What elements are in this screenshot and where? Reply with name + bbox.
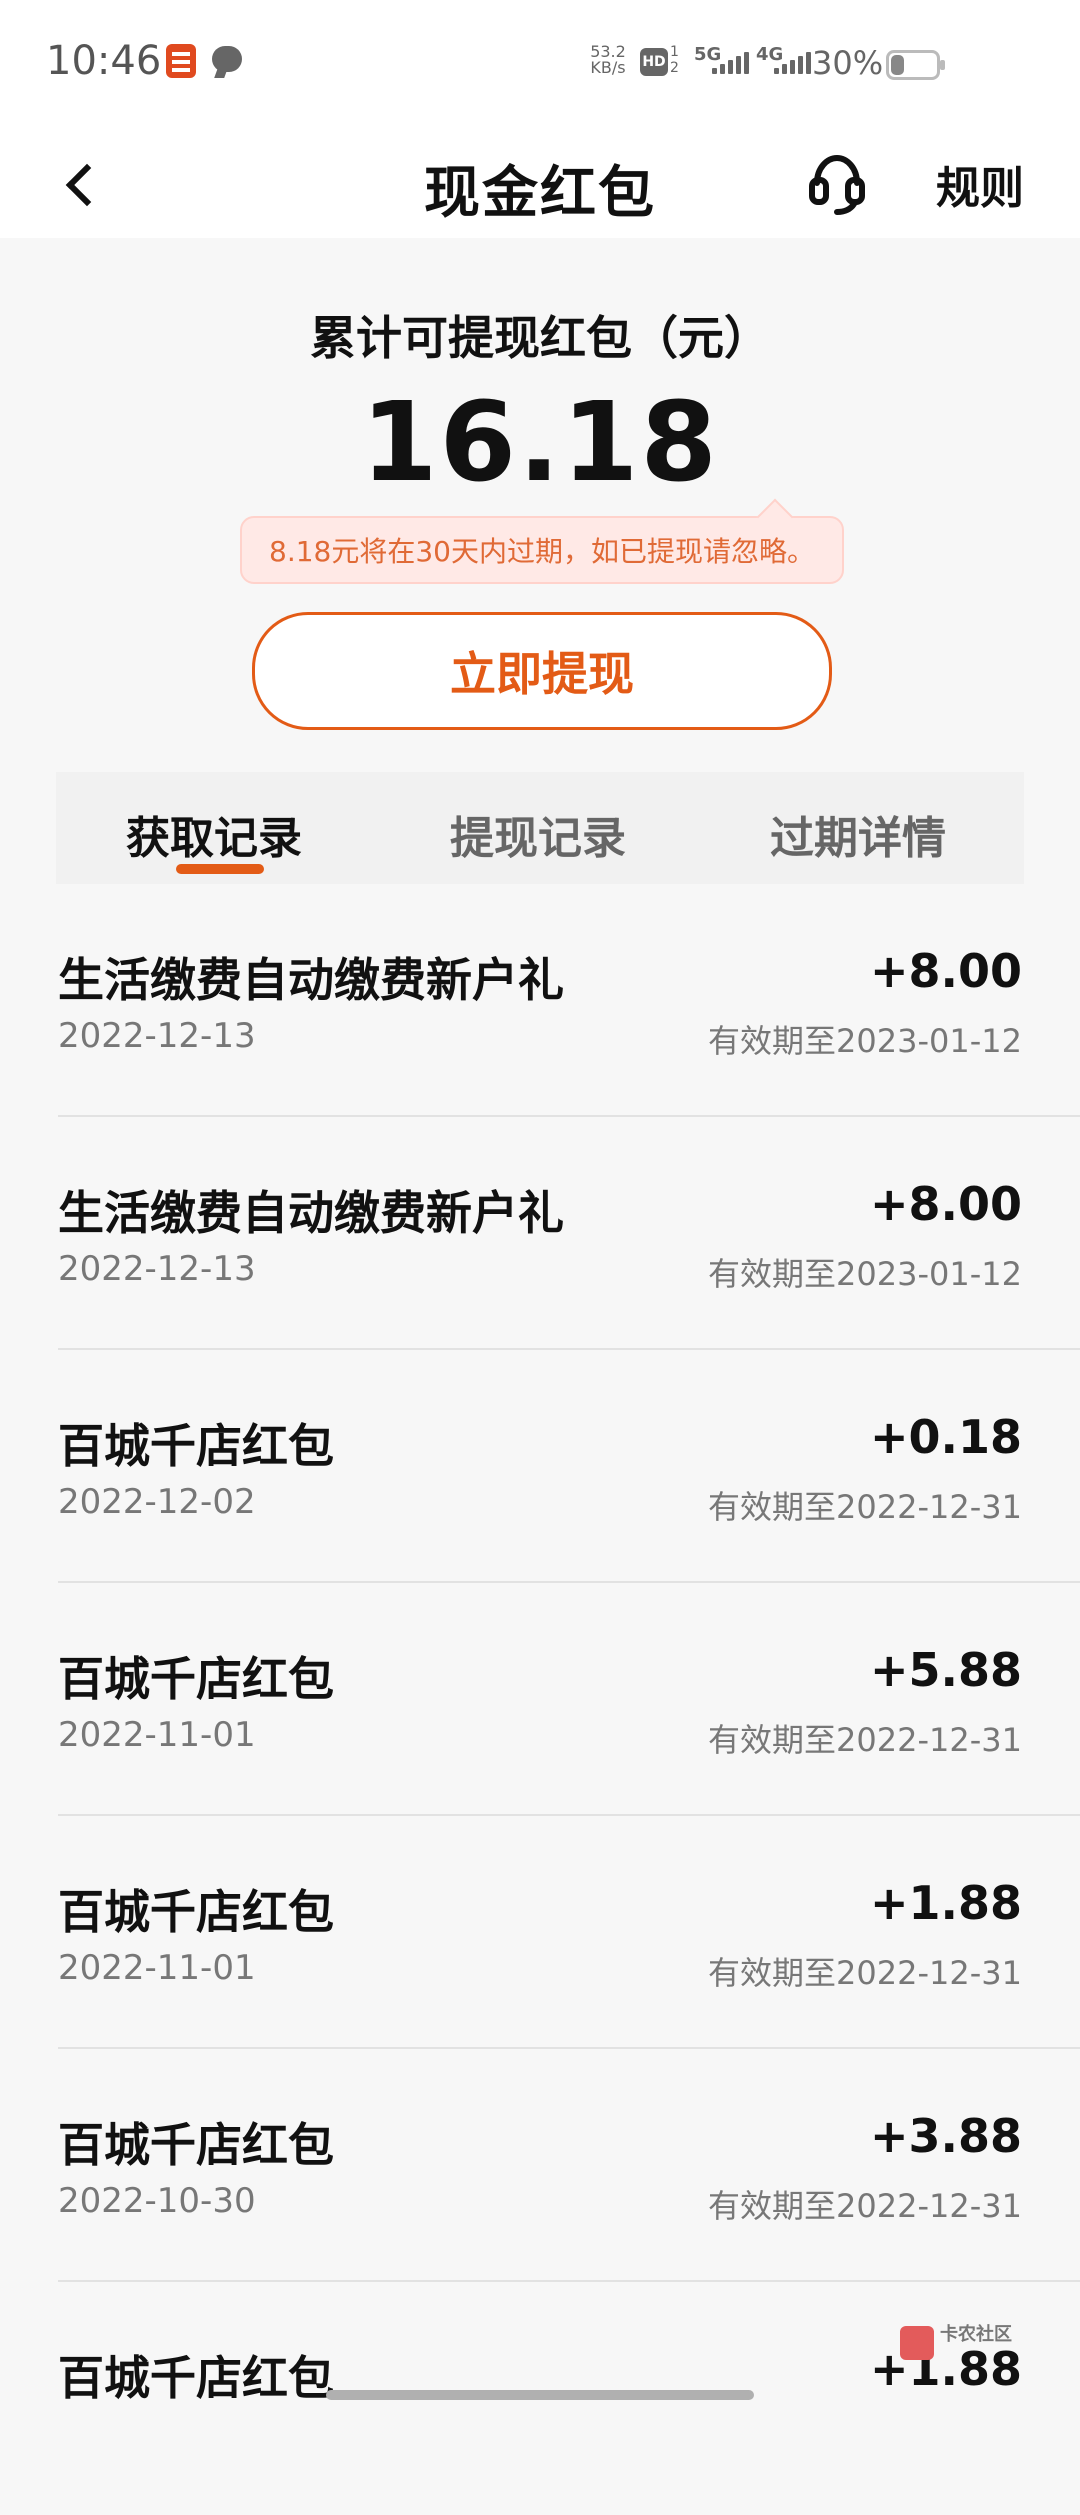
status-time: 10:46 bbox=[46, 38, 162, 84]
list-item[interactable]: 百城千店红包 2022-12-02 +0.18 有效期至2022-12-31 bbox=[0, 1350, 1080, 1583]
gesture-nav-bar[interactable] bbox=[326, 2390, 754, 2400]
record-date: 2022-12-13 bbox=[58, 1249, 256, 1289]
record-date: 2022-10-30 bbox=[58, 2181, 256, 2221]
record-amount: +3.88 bbox=[869, 2109, 1022, 2163]
record-expiry: 有效期至2022-12-31 bbox=[708, 1721, 1022, 1759]
message-icon bbox=[212, 46, 242, 72]
status-bar: 10:46 53.2 KB/s HD 1 2 5G 4G 30% bbox=[0, 0, 1080, 128]
tab-expiry-details[interactable]: 过期详情 bbox=[770, 802, 946, 866]
list-item[interactable]: 百城千店红包 2022-11-01 +5.88 有效期至2022-12-31 bbox=[0, 1583, 1080, 1816]
record-date: 2022-12-13 bbox=[58, 1016, 256, 1056]
hd-icon: HD bbox=[640, 48, 668, 76]
watermark: 卡农社区 bbox=[900, 2320, 1060, 2380]
app-header: 现金红包 规则 bbox=[0, 128, 1080, 238]
hd-sim-bottom: 2 bbox=[670, 60, 679, 76]
record-amount: +0.18 bbox=[869, 1410, 1022, 1464]
record-amount: +5.88 bbox=[869, 1643, 1022, 1697]
record-date: 2022-11-01 bbox=[58, 1948, 256, 1988]
records-tabs: 获取记录 提现记录 过期详情 bbox=[56, 772, 1024, 884]
battery-percent: 30% bbox=[812, 44, 884, 82]
hd-sim-top: 1 bbox=[670, 44, 679, 60]
record-title: 百城千店红包 bbox=[58, 2351, 334, 2405]
list-item[interactable]: 生活缴费自动缴费新户礼 2022-12-13 +8.00 有效期至2023-01… bbox=[0, 884, 1080, 1117]
record-amount: +8.00 bbox=[869, 944, 1022, 998]
record-date: 2022-12-02 bbox=[58, 1482, 256, 1522]
list-item[interactable]: 百城千店红包 2022-10-30 +3.88 有效期至2022-12-31 bbox=[0, 2049, 1080, 2282]
summary-title: 累计可提现红包（元） bbox=[310, 311, 770, 365]
balance-amount: 16.18 bbox=[361, 378, 719, 506]
tab-withdraw-records[interactable]: 提现记录 bbox=[450, 802, 626, 866]
record-expiry: 有效期至2023-01-12 bbox=[708, 1255, 1022, 1293]
record-amount: +8.00 bbox=[869, 1177, 1022, 1231]
signal-icon bbox=[712, 50, 752, 74]
expiry-notice: 8.18元将在30天内过期，如已提现请忽略。 bbox=[240, 516, 844, 584]
headset-icon[interactable] bbox=[802, 148, 872, 218]
app-icon bbox=[166, 44, 196, 78]
page-title: 现金红包 bbox=[424, 161, 656, 226]
signal-icon bbox=[774, 50, 814, 74]
network-speed: 53.2 KB/s bbox=[588, 44, 628, 76]
watermark-logo bbox=[900, 2326, 934, 2360]
record-date: 2022-11-01 bbox=[58, 1715, 256, 1755]
record-expiry: 有效期至2022-12-31 bbox=[708, 2187, 1022, 2225]
list-item[interactable]: 生活缴费自动缴费新户礼 2022-12-13 +8.00 有效期至2023-01… bbox=[0, 1117, 1080, 1350]
record-title: 百城千店红包 bbox=[58, 1652, 334, 1706]
watermark-text: 卡农社区 bbox=[940, 2324, 1012, 2345]
record-title: 生活缴费自动缴费新户礼 bbox=[58, 953, 564, 1007]
rules-link[interactable]: 规则 bbox=[936, 152, 1024, 216]
withdraw-button[interactable]: 立即提现 bbox=[252, 612, 832, 730]
active-tab-indicator bbox=[176, 864, 264, 874]
record-amount: +1.88 bbox=[869, 1876, 1022, 1930]
record-expiry: 有效期至2023-01-12 bbox=[708, 1022, 1022, 1060]
tab-earned-records[interactable]: 获取记录 bbox=[126, 802, 302, 866]
record-title: 百城千店红包 bbox=[58, 2118, 334, 2172]
list-item[interactable]: 百城千店红包 2022-11-01 +1.88 有效期至2022-12-31 bbox=[0, 1816, 1080, 2049]
record-expiry: 有效期至2022-12-31 bbox=[708, 1488, 1022, 1526]
hd-sim-indicator: 1 2 bbox=[670, 44, 686, 76]
battery-fill bbox=[891, 55, 905, 75]
record-title: 百城千店红包 bbox=[58, 1885, 334, 1939]
record-expiry: 有效期至2022-12-31 bbox=[708, 1954, 1022, 1992]
battery-icon bbox=[886, 50, 945, 80]
record-title: 生活缴费自动缴费新户礼 bbox=[58, 1186, 564, 1240]
record-title: 百城千店红包 bbox=[58, 1419, 334, 1473]
network-speed-unit: KB/s bbox=[590, 58, 626, 77]
